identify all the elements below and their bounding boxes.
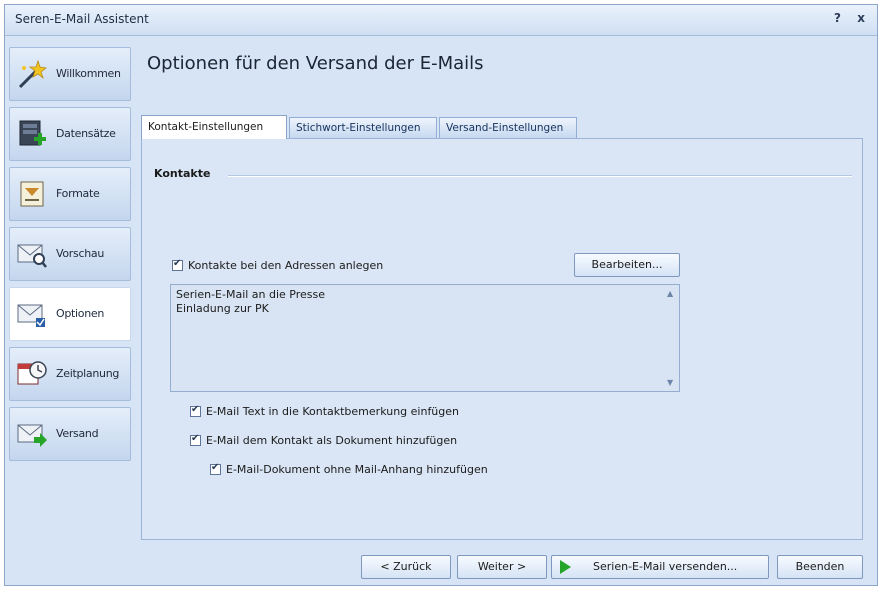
- tab-stichwort-einstellungen[interactable]: Stichwort-Einstellungen: [289, 117, 437, 138]
- back-button[interactable]: < Zurück: [361, 555, 451, 579]
- format-icon: [20, 181, 44, 207]
- sidebar-item-label: Datensätze: [56, 127, 116, 140]
- create-contacts-option[interactable]: ✔ Kontakte bei den Adressen anlegen: [172, 258, 384, 272]
- mail-options-icon: [17, 304, 45, 327]
- sidebar-item-zeitplanung[interactable]: Zeitplanung: [9, 347, 131, 401]
- finish-button[interactable]: Beenden: [777, 555, 863, 579]
- text-area-scrollbar[interactable]: ▲ ▼: [664, 285, 679, 391]
- text-line: Einladung zur PK: [176, 302, 269, 315]
- sidebar-item-formate[interactable]: Formate: [9, 167, 131, 221]
- magic-wand-icon: [18, 59, 47, 89]
- add-as-document-checkbox[interactable]: ✔: [190, 433, 201, 446]
- sidebar-item-label: Formate: [56, 187, 100, 200]
- mail-preview-icon: [17, 244, 47, 268]
- sidebar-item-label: Zeitplanung: [56, 367, 120, 380]
- send-serial-mail-button[interactable]: Serien-E-Mail versenden...: [551, 555, 769, 579]
- play-icon: [560, 560, 571, 574]
- database-add-icon: [19, 120, 46, 146]
- without-attachment-label: E-Mail-Dokument ohne Mail-Anhang hinzufü…: [226, 463, 488, 476]
- sidebar-item-versand[interactable]: Versand: [9, 407, 131, 461]
- sidebar-item-optionen[interactable]: Optionen: [9, 287, 131, 341]
- text-line: Serien-E-Mail an die Presse: [176, 288, 326, 301]
- sidebar-item-label: Optionen: [56, 307, 105, 320]
- insert-mail-text-option[interactable]: ✔ E-Mail Text in die Kontaktbemerkung ei…: [190, 404, 460, 418]
- sidebar-item-label: Versand: [56, 427, 99, 440]
- calendar-clock-icon: [17, 361, 47, 385]
- help-button[interactable]: ?: [834, 11, 841, 25]
- close-button[interactable]: x: [857, 11, 865, 25]
- tab-versand-einstellungen[interactable]: Versand-Einstellungen: [439, 117, 577, 138]
- sidebar-item-willkommen[interactable]: Willkommen: [9, 47, 131, 101]
- sidebar-item-label: Vorschau: [56, 247, 104, 260]
- group-divider: [228, 175, 852, 177]
- sidebar-item-label: Willkommen: [56, 67, 121, 80]
- dialog-window: Seren-E-Mail Assistent ? x Willkommen Da…: [4, 4, 878, 586]
- scroll-up-icon[interactable]: ▲: [667, 289, 673, 298]
- without-attachment-option[interactable]: ✔ E-Mail-Dokument ohne Mail-Anhang hinzu…: [210, 462, 488, 476]
- sidebar-item-vorschau[interactable]: Vorschau: [9, 227, 131, 281]
- next-button[interactable]: Weiter >: [457, 555, 547, 579]
- create-contacts-checkbox[interactable]: ✔: [172, 258, 183, 271]
- sidebar-item-datensaetze[interactable]: Datensätze: [9, 107, 131, 161]
- edit-button[interactable]: Bearbeiten...: [574, 253, 680, 277]
- group-title: Kontakte: [154, 167, 211, 180]
- tab-panel: Kontakte ✔ Kontakte bei den Adressen anl…: [141, 138, 863, 540]
- main-content: Optionen für den Versand der E-Mails Kon…: [133, 39, 873, 549]
- send-button-label: Serien-E-Mail versenden...: [593, 560, 738, 573]
- title-bar: Seren-E-Mail Assistent ? x: [5, 5, 877, 36]
- insert-mail-text-label: E-Mail Text in die Kontaktbemerkung einf…: [206, 405, 460, 418]
- add-as-document-label: E-Mail dem Kontakt als Dokument hinzufüg…: [206, 434, 458, 447]
- without-attachment-checkbox[interactable]: ✔: [210, 462, 221, 475]
- scroll-down-icon[interactable]: ▼: [667, 378, 673, 387]
- contact-text-area[interactable]: Serien-E-Mail an die Presse Einladung zu…: [170, 284, 680, 392]
- add-as-document-option[interactable]: ✔ E-Mail dem Kontakt als Dokument hinzuf…: [190, 433, 458, 447]
- mail-send-icon: [17, 424, 47, 447]
- create-contacts-label: Kontakte bei den Adressen anlegen: [188, 259, 384, 272]
- insert-mail-text-checkbox[interactable]: ✔: [190, 404, 201, 417]
- tab-kontakt-einstellungen[interactable]: Kontakt-Einstellungen: [141, 115, 287, 139]
- wizard-sidebar: Willkommen Datensätze Formate Vorschau O…: [9, 47, 131, 467]
- page-title: Optionen für den Versand der E-Mails: [147, 53, 484, 74]
- window-title: Seren-E-Mail Assistent: [15, 12, 149, 26]
